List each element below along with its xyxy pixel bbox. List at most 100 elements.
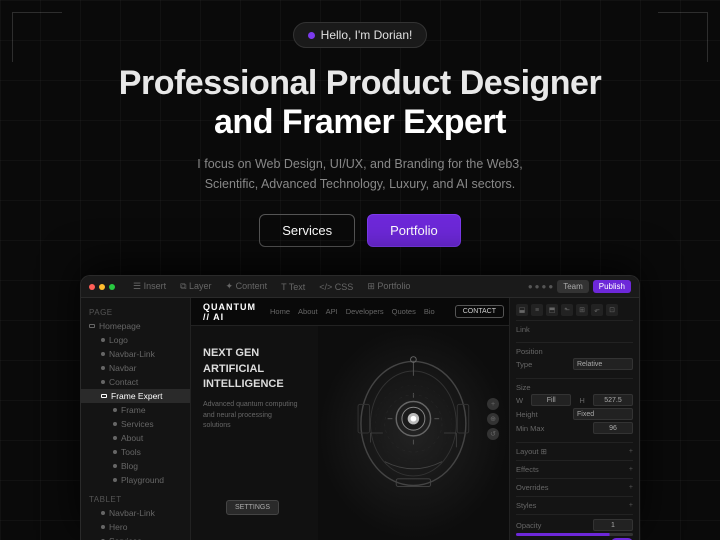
height-label: H (579, 396, 584, 405)
preview-button[interactable]: Publish (593, 280, 631, 293)
sidebar-tablet-navbarlink[interactable]: Navbar-Link (81, 506, 190, 520)
hello-badge: Hello, I'm Dorian! (293, 22, 428, 48)
sidebar-tablet-services[interactable]: Services (81, 534, 190, 540)
panel-divider-7 (516, 496, 633, 497)
panel-divider-2 (516, 342, 633, 343)
height-input[interactable]: 527.5 (593, 394, 633, 406)
styles-row: Styles + (516, 501, 633, 510)
sidebar-item-services[interactable]: Services (81, 417, 190, 431)
layer-icon (113, 450, 117, 454)
sidebar-item-contact[interactable]: Contact (81, 375, 190, 389)
overrides-expand-icon[interactable]: + (629, 484, 633, 491)
panel-section-position: Position Type Relative (516, 347, 633, 370)
layer-icon (113, 422, 117, 426)
services-button[interactable]: Services (259, 214, 355, 247)
minmax-input[interactable]: 96 (593, 422, 633, 434)
app-canvas: QUANTUM // AI Home About API Developers … (191, 298, 509, 540)
align-left-icon[interactable]: ⬓ (516, 304, 528, 316)
tab-layer[interactable]: ⧉ Layer (174, 279, 217, 294)
align-right-icon[interactable]: ⬒ (546, 304, 558, 316)
minmax-label: Min Max (516, 424, 544, 433)
opacity-input[interactable]: 1 (593, 519, 633, 531)
sidebar-item-frame-expert[interactable]: Frame Expert (81, 389, 190, 403)
app-screenshot: ☰ Insert ⧉ Layer ✦ Content T Text </> CS… (80, 275, 640, 540)
layout-expand-icon[interactable]: + (629, 448, 633, 455)
align-top-icon[interactable]: ⬑ (561, 304, 573, 316)
tab-portfolio[interactable]: ⊞ Portfolio (361, 279, 416, 294)
cta-buttons: Services Portfolio (259, 214, 461, 247)
layer-icon (113, 464, 117, 468)
height-mode-label: Height (516, 410, 538, 419)
tab-text[interactable]: T Text (275, 280, 311, 294)
sidebar-item-about[interactable]: About (81, 431, 190, 445)
align-center-icon[interactable]: ≡ (531, 304, 543, 316)
layer-icon (101, 352, 105, 356)
panel-divider-4 (516, 442, 633, 443)
layer-icon (113, 478, 117, 482)
panel-divider-3 (516, 378, 633, 379)
overrides-row: Overrides + (516, 483, 633, 492)
canvas-hero-area: NEXT GENARTIFICIALINTELLIGENCE Advanced … (191, 326, 509, 540)
heading-line1: Professional Product Designer (119, 64, 601, 102)
canvas-inner: QUANTUM // AI Home About API Developers … (191, 298, 509, 540)
panel-icon-row: ⬓ ≡ ⬒ ⬑ ⊞ ⬐ ⊡ (516, 304, 633, 316)
sidebar-item-blog[interactable]: Blog (81, 459, 190, 473)
app-tabs: ☰ Insert ⧉ Layer ✦ Content T Text </> CS… (127, 279, 416, 294)
size-label: Size (516, 383, 531, 392)
effects-label: Effects (516, 465, 539, 474)
layout-label: Layout ⊞ (516, 447, 547, 456)
portfolio-button[interactable]: Portfolio (367, 214, 461, 247)
quantum-navbar: QUANTUM // AI Home About API Developers … (191, 298, 509, 326)
sidebar-section-page: Page (81, 304, 190, 319)
panel-divider-6 (516, 478, 633, 479)
tab-css[interactable]: </> CSS (313, 280, 359, 294)
width-input[interactable]: Fill (531, 394, 571, 406)
effects-expand-icon[interactable]: + (629, 466, 633, 473)
frame-icon (101, 394, 107, 398)
panel-section-size: Size W Fill H 527.5 Height Fixed Min Max (516, 383, 633, 434)
tab-insert[interactable]: ☰ Insert (127, 279, 172, 294)
sidebar-tablet-hero[interactable]: Hero (81, 520, 190, 534)
panel-right: ⬓ ≡ ⬒ ⬑ ⊞ ⬐ ⊡ Link Positi (509, 298, 639, 540)
sidebar-item-frame[interactable]: Frame (81, 403, 190, 417)
layer-icon (101, 525, 105, 529)
page-icon (89, 324, 95, 328)
align-bottom-icon[interactable]: ⬐ (591, 304, 603, 316)
page-wrapper: Hello, I'm Dorian! Professional Product … (0, 0, 720, 540)
sidebar-item-navbar[interactable]: Navbar (81, 361, 190, 375)
sidebar-item-playground[interactable]: Playground (81, 473, 190, 487)
position-label: Position (516, 347, 543, 356)
distribute-icon[interactable]: ⊡ (606, 304, 618, 316)
height-mode-select[interactable]: Fixed (573, 408, 633, 420)
sidebar-left: Page Homepage Logo Navbar-Link (81, 298, 191, 540)
quantum-nav-links: Home About API Developers Quotes Bio (270, 307, 435, 316)
position-type-select[interactable]: Relative (573, 358, 633, 370)
layer-icon (101, 338, 105, 342)
app-topbar-right: ● ● ● ● Team Publish (528, 280, 631, 293)
ai-head-svg (318, 333, 509, 533)
publish-button[interactable]: Team (557, 280, 589, 293)
height-mode-row: Height Fixed (516, 408, 633, 420)
settings-tag[interactable]: SETTINGS (226, 500, 279, 515)
align-middle-icon[interactable]: ⊞ (576, 304, 588, 316)
layout-row: Layout ⊞ + (516, 447, 633, 456)
tool-icon-2[interactable]: ⊕ (487, 413, 499, 425)
width-label: W (516, 396, 523, 405)
sidebar-item-logo[interactable]: Logo (81, 333, 190, 347)
sidebar-item-tools[interactable]: Tools (81, 445, 190, 459)
quantum-contact-button[interactable]: CONTACT (455, 305, 504, 318)
opacity-slider[interactable] (516, 533, 633, 536)
sidebar-item-homepage[interactable]: Homepage (81, 319, 190, 333)
tab-content[interactable]: ✦ Content (220, 279, 274, 294)
width-row: W Fill H 527.5 (516, 394, 633, 406)
tool-icon[interactable]: + (487, 398, 499, 410)
styles-expand-icon[interactable]: + (629, 502, 633, 509)
heading-line2: and Framer Expert (214, 103, 506, 141)
canvas-hero-title: NEXT GENARTIFICIALINTELLIGENCE (203, 346, 330, 392)
app-content: Page Homepage Logo Navbar-Link (81, 298, 639, 540)
effects-row: Effects + (516, 465, 633, 474)
layer-icon (113, 436, 117, 440)
tool-icon-3[interactable]: ↺ (487, 428, 499, 440)
sidebar-item-navbar-link[interactable]: Navbar-Link (81, 347, 190, 361)
main-heading: Professional Product Designer and Framer… (119, 64, 601, 142)
